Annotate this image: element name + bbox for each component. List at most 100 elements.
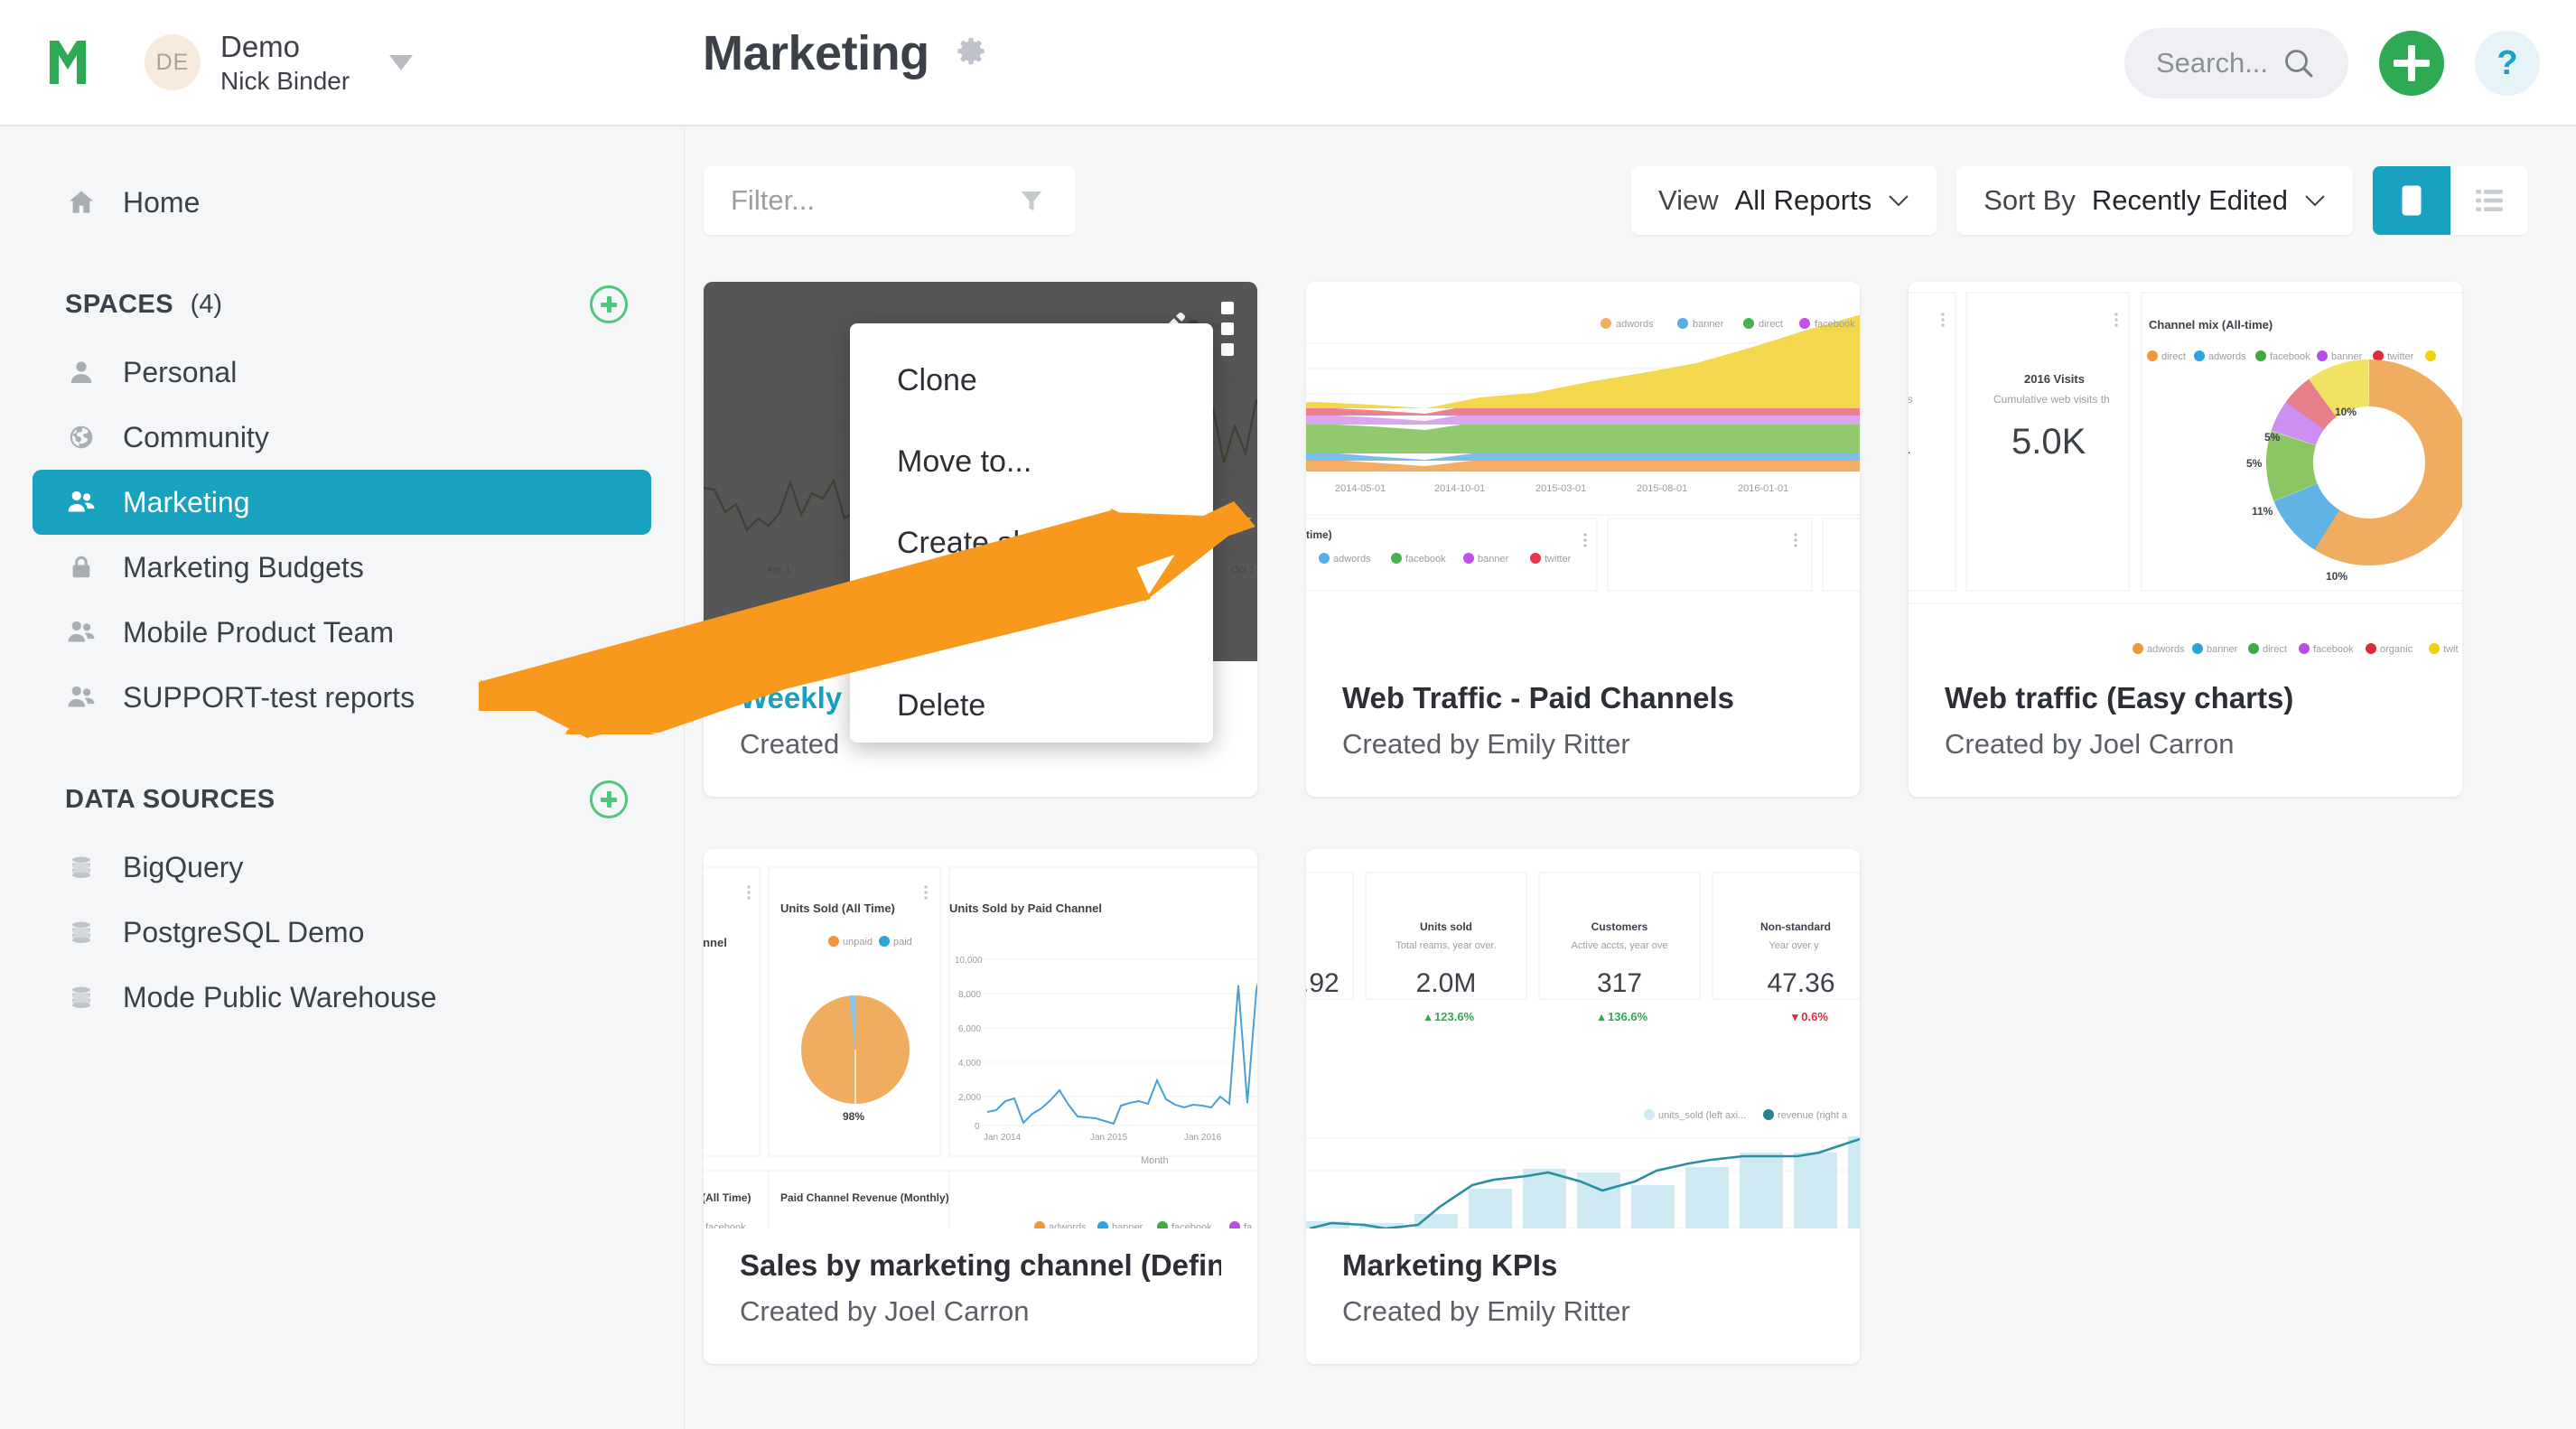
report-card[interactable]: ld: Paid Channel rent Month 0.4K 1.7% Mo…: [704, 849, 1257, 1364]
home-icon: [65, 186, 98, 219]
svg-text:direct: direct: [2161, 351, 2186, 362]
filter-input[interactable]: Filter...: [704, 166, 1076, 235]
sort-by-select[interactable]: Sort By Recently Edited: [1956, 166, 2353, 235]
report-thumbnail: ld: Paid Channel rent Month 0.4K 1.7% Mo…: [704, 849, 1257, 1228]
person-icon: [65, 356, 98, 388]
svg-text:▴ 136.6%: ▴ 136.6%: [1598, 1010, 1648, 1023]
svg-text:adwords: adwords: [2208, 351, 2246, 362]
view-select[interactable]: View All Reports: [1630, 166, 1937, 235]
report-creator: Created by Joel Carron: [1945, 728, 2235, 760]
thumbnail-chart: adwords banner direct facebook organic t…: [1306, 282, 1860, 661]
sidebar-item-bigquery[interactable]: BigQuery: [33, 835, 651, 900]
gear-icon[interactable]: [953, 35, 989, 71]
svg-text:fa: fa: [1244, 1222, 1253, 1228]
context-menu-item-archive[interactable]: Archive: [850, 584, 1213, 665]
sidebar-item-support-test-reports[interactable]: SUPPORT-test reports: [33, 665, 651, 730]
top-bar-actions: Search... ?: [2124, 0, 2540, 126]
svg-text:revenue (right a: revenue (right a: [1778, 1110, 1848, 1121]
report-thumbnail: Revenue , year over year 64,917.92 123.7…: [1306, 849, 1860, 1228]
report-card[interactable]: adwords banner direct facebook organic t…: [1306, 282, 1860, 797]
view-mode-toggle: [2373, 166, 2528, 235]
chevron-down-icon: [1889, 195, 1909, 207]
globe-icon: [65, 421, 98, 453]
sidebar-item-personal[interactable]: Personal: [33, 340, 651, 405]
top-bar: DE Demo Nick Binder Marketing Search...: [0, 0, 2576, 126]
report-card-footer: Sales by marketing channel (Defini... Cr…: [704, 1228, 1257, 1364]
add-data-source-button[interactable]: [590, 780, 628, 818]
card-context-menu: Clone Move to... Create shortcut... Arch…: [850, 323, 1213, 743]
svg-text:units_sold (left axi...: units_sold (left axi...: [1658, 1110, 1746, 1121]
chevron-down-icon[interactable]: [389, 54, 414, 70]
sidebar-item-home[interactable]: Home: [33, 170, 651, 235]
mode-logo[interactable]: [0, 39, 145, 86]
svg-text:Non-standard: Non-standard: [1760, 920, 1831, 933]
people-icon: [65, 486, 98, 518]
svg-text:2016-01-01: 2016-01-01: [1738, 483, 1788, 494]
chevron-down-icon: [2305, 195, 2325, 207]
svg-text:Cumulative web visits th: Cumulative web visits th: [1993, 393, 2110, 406]
report-card[interactable]: -time visits ative web visits 9.1K 2016 …: [1909, 282, 2462, 797]
context-menu-item-move-to[interactable]: Move to...: [850, 421, 1213, 502]
svg-text:Year over y: Year over y: [1769, 940, 1819, 951]
report-title[interactable]: Marketing KPIs: [1342, 1248, 1824, 1283]
search-input[interactable]: Search...: [2124, 28, 2348, 98]
svg-text:direct: direct: [1759, 319, 1783, 330]
kebab-icon[interactable]: [1221, 302, 1234, 356]
svg-text:5.0K: 5.0K: [2011, 422, 2086, 462]
svg-text:Jan 2015: Jan 2015: [1090, 1133, 1128, 1143]
sidebar-item-community[interactable]: Community: [33, 405, 651, 470]
database-icon: [65, 981, 98, 1013]
sidebar-item-label: Marketing Budgets: [123, 550, 364, 584]
people-icon: [65, 616, 98, 649]
svg-text:facebook: facebook: [1815, 319, 1855, 330]
svg-text:twitter: twitter: [1545, 554, 1572, 565]
report-title[interactable]: Web traffic (Easy charts): [1945, 681, 2426, 715]
data-sources-section-header: DATA SOURCES: [65, 780, 628, 818]
svg-text:Customers: Customers: [1591, 920, 1648, 933]
list-view-button[interactable]: [2450, 166, 2528, 235]
svg-text:banner: banner: [1112, 1222, 1143, 1228]
svg-text:2014-05-01: 2014-05-01: [1335, 483, 1386, 494]
report-title[interactable]: Web Traffic - Paid Channels: [1342, 681, 1824, 715]
lock-icon: [65, 551, 98, 584]
sidebar-item-marketing-budgets[interactable]: Marketing Budgets: [33, 535, 651, 600]
thumbnail-chart: Revenue , year over year 64,917.92 123.7…: [1306, 849, 1860, 1228]
svg-text:Paid Channel Revenue (Monthly): Paid Channel Revenue (Monthly): [780, 1191, 949, 1204]
account-switcher[interactable]: DE Demo Nick Binder: [145, 28, 414, 97]
search-placeholder: Search...: [2155, 47, 2269, 79]
svg-text:nix (All-time): nix (All-time): [1306, 528, 1332, 541]
svg-text:Jan 2014: Jan 2014: [984, 1133, 1022, 1143]
svg-text:98%: 98%: [843, 1110, 864, 1123]
add-space-button[interactable]: [590, 285, 628, 323]
svg-text:adwords: adwords: [1333, 554, 1371, 565]
sidebar-item-marketing[interactable]: Marketing: [33, 470, 651, 535]
svg-text:Month: Month: [1141, 1155, 1169, 1166]
svg-text:4,000: 4,000: [958, 1059, 981, 1069]
svg-text:organic: organic: [2380, 644, 2413, 655]
report-card-footer: Web Traffic - Paid Channels Created by E…: [1306, 661, 1860, 797]
sidebar-item-postgresql-demo[interactable]: PostgreSQL Demo: [33, 900, 651, 965]
sort-by-value: Recently Edited: [2091, 184, 2288, 216]
help-button[interactable]: ?: [2475, 31, 2540, 96]
svg-text:64,917.92: 64,917.92: [1306, 968, 1339, 998]
context-menu-item-delete[interactable]: Delete: [850, 665, 1213, 746]
report-title[interactable]: Sales by marketing channel (Defini...: [740, 1248, 1221, 1283]
svg-text:twit: twit: [2443, 644, 2459, 655]
list-view-icon: [2476, 190, 2503, 211]
grid-view-button[interactable]: [2373, 166, 2450, 235]
help-label: ?: [2497, 43, 2518, 82]
svg-text:adwords: adwords: [1616, 319, 1654, 330]
svg-text:10%: 10%: [2326, 570, 2347, 583]
sidebar-item-label: Home: [123, 185, 201, 219]
svg-text:Units Sold (All Time): Units Sold (All Time): [780, 901, 895, 915]
create-button[interactable]: [2379, 31, 2444, 96]
page-title: Marketing: [703, 26, 929, 80]
context-menu-item-clone[interactable]: Clone: [850, 340, 1213, 421]
svg-text:adwords: adwords: [1049, 1222, 1087, 1228]
svg-text:facebook: facebook: [1405, 554, 1446, 565]
context-menu-item-create-shortcut[interactable]: Create shortcut...: [850, 502, 1213, 584]
sidebar-item-mobile-product-team[interactable]: Mobile Product Team: [33, 600, 651, 665]
svg-text:ative web visits: ative web visits: [1909, 393, 1913, 406]
report-card[interactable]: Revenue , year over year 64,917.92 123.7…: [1306, 849, 1860, 1364]
sidebar-item-mode-public-warehouse[interactable]: Mode Public Warehouse: [33, 965, 651, 1030]
